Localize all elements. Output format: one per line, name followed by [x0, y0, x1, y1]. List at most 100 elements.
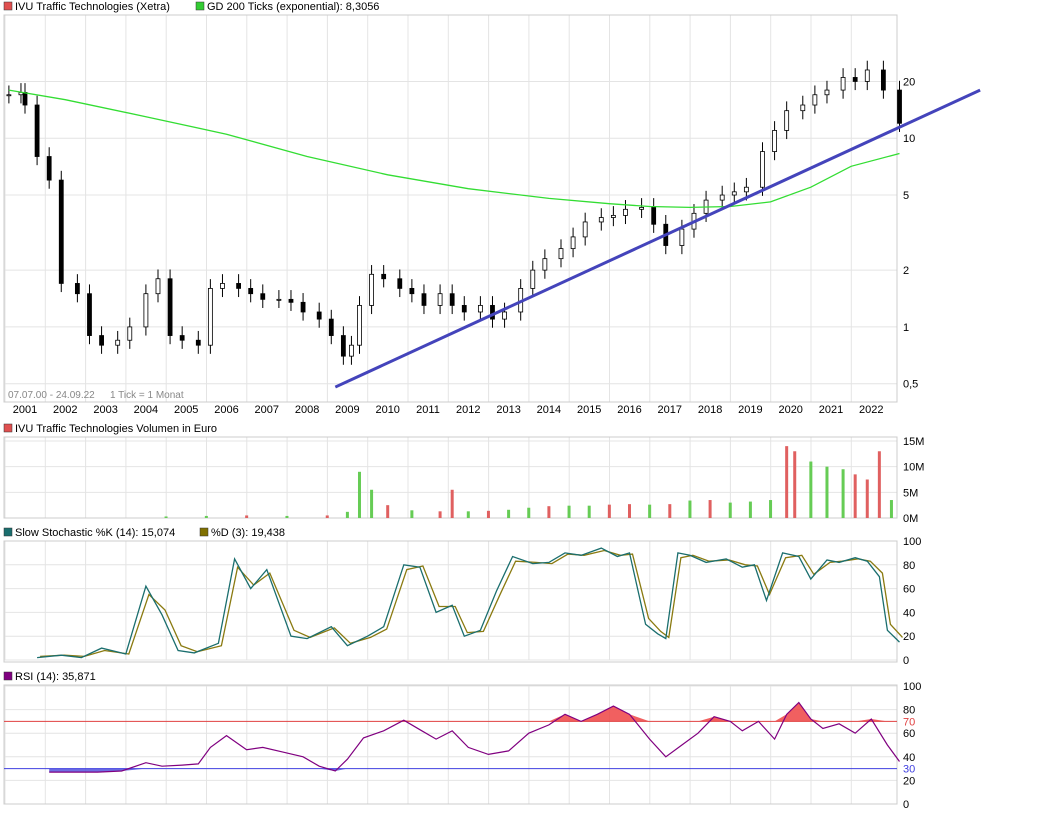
price-candle-body	[449, 293, 455, 306]
price-candle-body	[220, 283, 225, 289]
price-candle-body	[772, 130, 777, 152]
price-candle-body	[651, 206, 657, 225]
volume-bar	[785, 446, 789, 518]
rsi-overbought-fill	[49, 702, 900, 722]
stoch-k-legend-label: Slow Stochastic %K (14): 15,074	[15, 527, 175, 539]
rsi-line	[49, 701, 900, 773]
price-candle-body	[46, 156, 52, 181]
volume-y-tick-label: 10M	[903, 462, 924, 474]
volume-bar	[357, 471, 361, 518]
price-candle-body	[381, 273, 387, 280]
rsi-grid	[4, 685, 897, 805]
volume-bar	[486, 510, 490, 518]
volume-bar	[688, 500, 692, 518]
price-candle-body	[679, 228, 685, 246]
price-x-tick-label: 2006	[214, 404, 238, 416]
volume-panel: IVU Traffic Technologies Volumen in Euro…	[3, 423, 924, 525]
price-candle-body	[115, 339, 121, 346]
volume-bar	[410, 510, 414, 518]
stoch-y-tick-label: 0	[903, 655, 909, 667]
price-x-tick-label: 2012	[456, 404, 480, 416]
price-candle-body	[87, 293, 92, 336]
price-candle-body	[143, 293, 149, 328]
price-y-tick-label: 0,5	[903, 379, 918, 391]
rsi-y-tick-label: 0	[903, 799, 909, 811]
price-candle-body	[639, 206, 644, 210]
price-candle-body	[34, 104, 40, 157]
stoch-y-tick-label: 80	[903, 560, 915, 572]
rsi-y-tick-label: 40	[903, 752, 915, 764]
price-candle-body	[852, 77, 858, 82]
price-candle-body	[155, 278, 161, 295]
price-candle-body	[610, 215, 616, 218]
price-x-tick-label: 2010	[375, 404, 399, 416]
price-candle-body	[248, 288, 254, 295]
stoch-d-legend-swatch	[199, 527, 209, 537]
volume-bar	[450, 489, 454, 518]
price-candle-body	[369, 273, 374, 306]
rsi-y-tick-label: 80	[903, 705, 915, 717]
price-candle-body	[260, 293, 266, 300]
price-candle-body	[461, 305, 467, 313]
stochastic-panel: Slow Stochastic %K (14): 15,074 %D (3): …	[3, 527, 921, 667]
price-candle-body	[812, 94, 818, 106]
price-x-tick-label: 2022	[859, 404, 883, 416]
rsi-y-tick-label: 100	[903, 681, 921, 693]
price-candle-body	[719, 194, 725, 201]
stoch-y-tick-label: 60	[903, 584, 915, 596]
price-x-tick-label: 2009	[335, 404, 359, 416]
price-y-tick-label: 5	[903, 190, 909, 202]
price-candle-body	[502, 311, 507, 320]
price-x-tick-label: 2021	[819, 404, 843, 416]
rsi-y-tick-label: 70	[903, 716, 915, 728]
price-x-tick-label: 2004	[134, 404, 158, 416]
price-x-tick-label: 2007	[255, 404, 279, 416]
volume-bar	[370, 489, 374, 518]
price-candle-body	[558, 248, 564, 260]
price-candle-body	[582, 221, 588, 238]
price-candle-body	[840, 77, 846, 91]
price-x-tick-label: 2013	[496, 404, 520, 416]
price-candle-body	[864, 69, 870, 82]
date-range-note: 07.07.00 - 24.09.22	[8, 390, 95, 401]
price-x-tick-label: 2020	[778, 404, 802, 416]
volume-y-tick-label: 5M	[903, 487, 918, 499]
price-candle-body	[598, 217, 604, 223]
tick-note: 1 Tick = 1 Monat	[110, 390, 184, 401]
stoch-y-tick-label: 40	[903, 607, 915, 619]
price-candle-body	[316, 311, 322, 320]
volume-bar	[809, 461, 813, 518]
price-candle-body	[357, 305, 362, 346]
price-candle-body	[328, 318, 334, 336]
volume-bar	[865, 479, 869, 518]
price-plot-frame	[3, 14, 898, 403]
price-candle-body	[784, 110, 790, 131]
volume-bar	[748, 501, 752, 518]
price-candle-body	[800, 104, 806, 112]
rsi-panel: RSI (14): 35,871 0 203040 607080 100	[3, 671, 921, 811]
volume-bar	[285, 515, 289, 518]
volume-y-tick-label: 0M	[903, 513, 918, 525]
price-candle-body	[300, 301, 306, 313]
stoch-y-tick-label: 20	[903, 631, 915, 643]
price-y-tick-label: 10	[903, 133, 915, 145]
volume-bar	[547, 506, 551, 518]
price-x-tick-label: 2014	[537, 404, 561, 416]
volume-y-tick-label: 15M	[903, 436, 924, 448]
volume-y-ticks: 0M 5M 10M 15M	[903, 436, 924, 525]
price-candle-body	[195, 339, 201, 346]
price-candle-body	[743, 186, 749, 193]
price-y-tick-label: 1	[903, 322, 909, 334]
price-candle-body	[179, 335, 185, 341]
stoch-plot-frame	[3, 540, 898, 663]
price-candle-body	[542, 258, 548, 271]
rsi-oversold-fill	[49, 768, 900, 773]
volume-bar	[438, 511, 442, 518]
price-candle-body	[477, 305, 483, 313]
volume-bar	[628, 504, 631, 518]
price-candle-body	[207, 288, 213, 346]
rsi-plot-frame	[3, 684, 898, 805]
price-candle-body	[760, 151, 765, 188]
price-candle-body	[288, 298, 294, 303]
volume-bar	[728, 502, 732, 518]
